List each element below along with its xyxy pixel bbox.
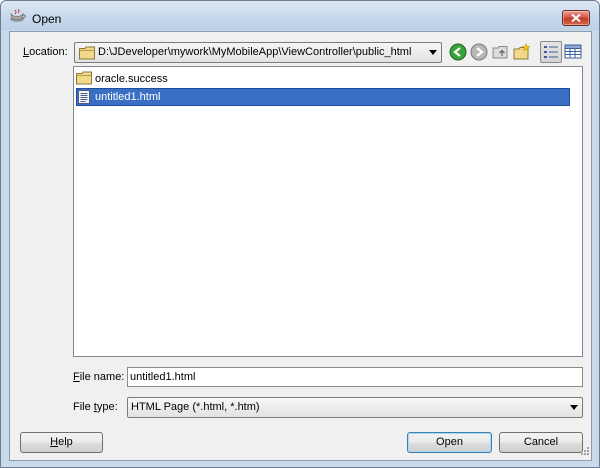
- document-icon: [76, 89, 92, 108]
- close-button[interactable]: [562, 10, 590, 26]
- up-folder-button[interactable]: [490, 41, 512, 63]
- file-type-value: HTML Page (*.html, *.htm): [131, 401, 260, 413]
- file-list[interactable]: oracle.success untitled1.html: [73, 66, 583, 357]
- folder-up-icon: [492, 46, 508, 59]
- details-view-icon: [564, 44, 582, 59]
- forward-icon: [470, 43, 488, 61]
- location-combo[interactable]: D:\JDeveloper\mywork\MyMobileApp\ViewCon…: [74, 42, 442, 63]
- details-view-button[interactable]: [562, 41, 584, 63]
- file-type-select[interactable]: HTML Page (*.html, *.htm): [127, 397, 583, 418]
- back-green-icon: [449, 43, 467, 61]
- file-name-label: File name:: [73, 371, 125, 383]
- open-dialog: Open Location: D:\JDeveloper\mywork\MyMo…: [0, 0, 600, 468]
- list-item-folder[interactable]: oracle.success: [76, 70, 570, 88]
- chevron-down-icon: [570, 405, 578, 410]
- folder-icon: [76, 71, 92, 88]
- open-button[interactable]: Open: [407, 432, 492, 453]
- title-bar[interactable]: Open: [1, 1, 599, 30]
- close-icon: [571, 14, 581, 22]
- list-item-label: oracle.success: [95, 73, 168, 85]
- location-label: Location:: [23, 46, 68, 58]
- window-title: Open: [32, 12, 62, 26]
- file-name-field[interactable]: [127, 367, 583, 387]
- chevron-down-icon: [429, 50, 437, 55]
- cancel-button[interactable]: Cancel: [499, 432, 583, 453]
- forward-button[interactable]: [468, 41, 490, 63]
- new-folder-button[interactable]: [511, 41, 533, 63]
- resize-grip-icon[interactable]: [579, 445, 590, 459]
- folder-icon: [79, 46, 95, 63]
- coffee-cup-icon: [9, 8, 27, 23]
- new-folder-icon: [513, 43, 531, 60]
- file-name-input[interactable]: [130, 370, 578, 384]
- back-button[interactable]: [447, 41, 469, 63]
- file-type-label: File type:: [73, 401, 118, 413]
- list-view-button[interactable]: [540, 41, 562, 63]
- list-item-label: untitled1.html: [95, 91, 161, 103]
- location-path: D:\JDeveloper\mywork\MyMobileApp\ViewCon…: [98, 46, 412, 58]
- help-button[interactable]: Help: [20, 432, 103, 453]
- dialog-body: Location: D:\JDeveloper\mywork\MyMobileA…: [9, 31, 592, 461]
- list-view-icon: [544, 46, 558, 58]
- list-item-file[interactable]: untitled1.html: [76, 88, 570, 106]
